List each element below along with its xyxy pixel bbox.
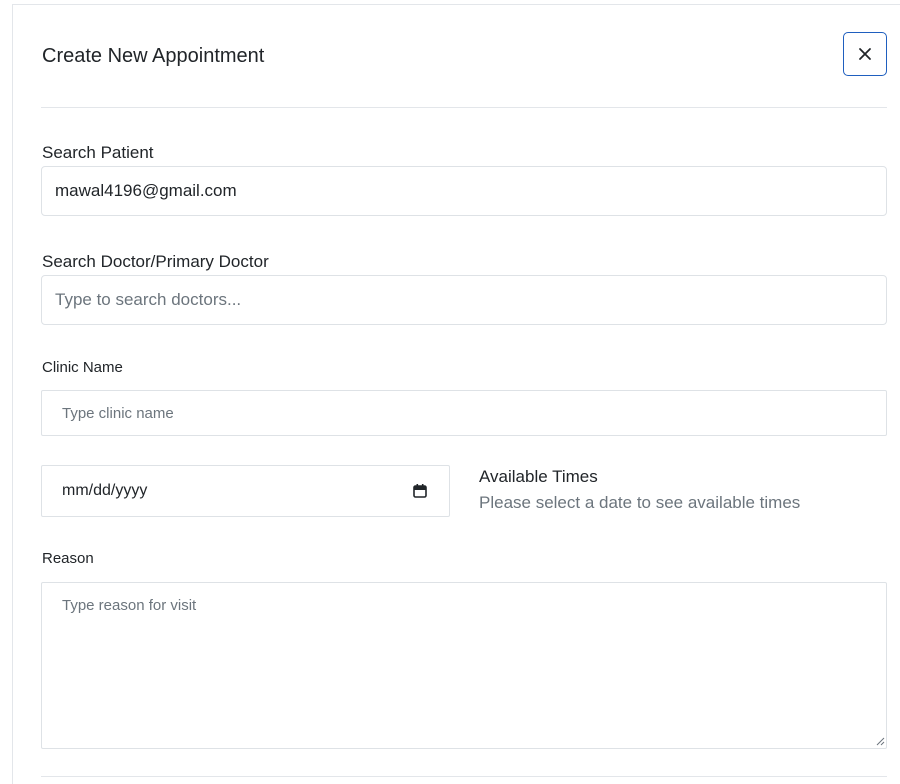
- close-icon: [859, 48, 871, 60]
- modal-title: Create New Appointment: [42, 45, 265, 67]
- reason-textarea[interactable]: [41, 582, 887, 749]
- modal-header: Create New Appointment: [41, 5, 887, 108]
- clinic-name-input[interactable]: [41, 390, 887, 436]
- available-times-title: Available Times: [479, 467, 598, 486]
- clinic-name-label: Clinic Name: [42, 359, 123, 376]
- search-doctor-label: Search Doctor/Primary Doctor: [42, 252, 269, 271]
- reason-label: Reason: [42, 550, 94, 567]
- calendar-icon[interactable]: [412, 483, 428, 499]
- resize-handle-icon[interactable]: [875, 736, 885, 746]
- available-times-hint: Please select a date to see available ti…: [479, 493, 801, 512]
- search-patient-label: Search Patient: [42, 143, 154, 162]
- search-doctor-input[interactable]: [41, 275, 887, 325]
- search-patient-input[interactable]: [41, 166, 887, 216]
- appointment-date-input[interactable]: mm/dd/yyyy: [41, 465, 450, 517]
- date-placeholder: mm/dd/yyyy: [62, 482, 148, 499]
- close-button[interactable]: [843, 32, 887, 76]
- create-appointment-modal: Create New Appointment Search Patient Se…: [12, 4, 900, 784]
